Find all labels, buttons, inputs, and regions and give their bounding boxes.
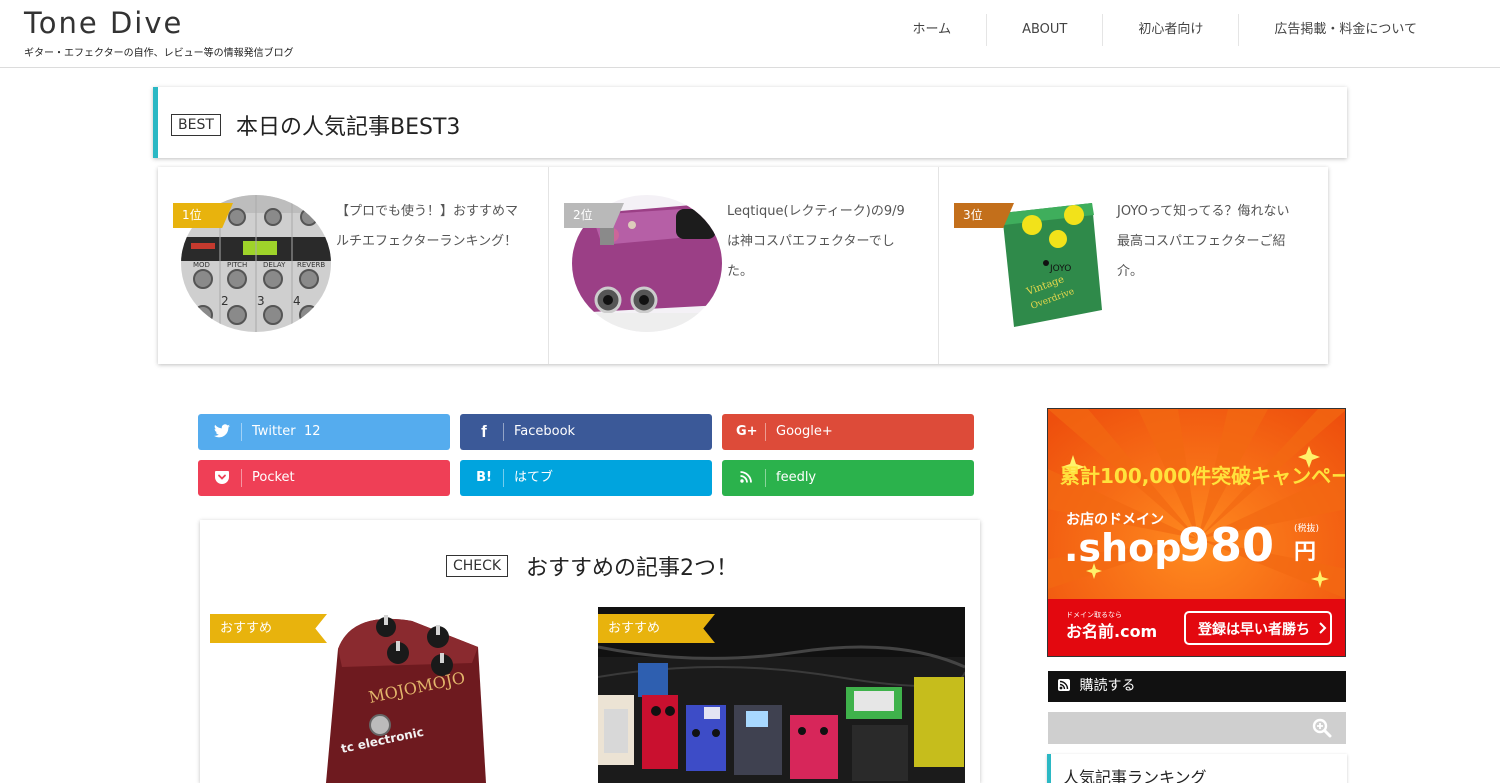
recommended-badge-1: おすすめ <box>210 614 327 643</box>
ranking-card-2[interactable]: 2位 Leqtique(レクティーク)の9/9は神コスパエフェクターでした。 <box>548 167 938 364</box>
svg-text:JOYO: JOYO <box>1049 264 1071 274</box>
svg-text:PITCH: PITCH <box>227 261 247 269</box>
share-twitter-count: 12 <box>304 424 321 439</box>
nav-home[interactable]: ホーム <box>877 14 986 46</box>
nav-advertising[interactable]: 広告掲載・料金について <box>1238 14 1452 46</box>
ranking-title-3[interactable]: JOYOって知ってる？侮れない最高コスパエフェクターご紹介。 <box>1117 197 1302 287</box>
share-facebook-button[interactable]: f Facebook <box>460 414 712 450</box>
ranking-card-3[interactable]: JOYO Vintage Overdrive 3位 JOYOって知ってる？侮れな… <box>938 167 1328 364</box>
onamae-shop-ad-banner[interactable]: 累計100,000件突破キャンペーン お店のドメイン .shop 980 円 (… <box>1047 408 1346 657</box>
ranking-title-2[interactable]: Leqtique(レクティーク)の9/9は神コスパエフェクターでした。 <box>727 197 912 287</box>
share-google-plus-button[interactable]: G+ Google+ <box>722 414 974 450</box>
ad-brand-logo: お名前.com <box>1066 622 1157 641</box>
recommended-badge-2: おすすめ <box>598 614 715 643</box>
search-icon[interactable] <box>1312 718 1332 738</box>
site-tagline: ギター・エフェクターの自作、レビュー等の情報発信ブログ <box>24 48 294 59</box>
ad-price-text: 980 <box>1178 518 1274 572</box>
svg-text:4: 4 <box>293 294 301 308</box>
google-plus-icon: G+ <box>736 424 758 439</box>
share-pocket-label: Pocket <box>252 470 295 485</box>
subscribe-button[interactable]: 購読する <box>1048 671 1346 702</box>
ad-brand-small-text: ドメイン取るなら <box>1066 611 1122 619</box>
ad-yen-text: 円 <box>1294 540 1316 565</box>
rss-icon <box>736 460 756 496</box>
search-bar <box>1048 712 1346 744</box>
ranking-title-1[interactable]: 【プロでも使う！】おすすめマルチエフェクターランキング！ <box>336 197 521 257</box>
global-nav: ホーム ABOUT 初心者向け 広告掲載・料金について <box>877 14 1452 46</box>
check-tag: CHECK <box>446 555 509 577</box>
ad-domain-text: .shop <box>1064 526 1181 570</box>
share-twitter-button[interactable]: Twitter 12 <box>198 414 450 450</box>
search-input[interactable] <box>1048 712 1308 744</box>
share-hatena-label: はてブ <box>514 470 554 485</box>
ad-tax-text: (税抜) <box>1294 522 1319 534</box>
subscribe-label: 購読する <box>1079 678 1136 694</box>
rss-icon <box>1058 679 1070 691</box>
ad-campaign-text: 累計100,000件突破キャンペーン <box>1060 464 1346 488</box>
best-section-header: BEST 本日の人気記事BEST3 <box>153 87 1347 158</box>
recommended-section: CHECK おすすめの記事2つ！ MOJOMOJO tc electronic … <box>200 520 980 783</box>
ranking-card-1[interactable]: MOD PITCH DELAY REVERB 234 1位 【プロでも使う！】おすすめ… <box>158 167 548 364</box>
nav-about[interactable]: ABOUT <box>986 14 1102 46</box>
site-header: Tone Dive ギター・エフェクターの自作、レビュー等の情報発信ブログ ホー… <box>0 0 1500 68</box>
recommended-item-1[interactable]: MOJOMOJO tc electronic おすすめ <box>210 607 576 783</box>
share-facebook-label: Facebook <box>514 424 576 439</box>
best-section-title: 本日の人気記事BEST3 <box>236 115 461 140</box>
svg-text:DELAY: DELAY <box>263 261 286 269</box>
share-google-plus-label: Google+ <box>776 424 833 439</box>
share-hatena-button[interactable]: B! はてブ <box>460 460 712 496</box>
facebook-icon: f <box>481 422 487 441</box>
best-tag: BEST <box>171 114 221 136</box>
popular-ranking-widget: 人気記事ランキング <box>1047 754 1347 783</box>
svg-text:2: 2 <box>221 294 229 308</box>
twitter-icon <box>212 414 232 450</box>
share-twitter-label: Twitter <box>252 424 296 439</box>
ad-cta-text: 登録は早い者勝ち <box>1197 621 1310 638</box>
recommended-section-title: おすすめの記事2つ！ <box>526 556 738 581</box>
popular-ranking-title: 人気記事ランキング <box>1063 768 1207 783</box>
share-feedly-button[interactable]: feedly <box>722 460 974 496</box>
share-feedly-label: feedly <box>776 470 817 485</box>
recommended-item-2[interactable]: おすすめ <box>598 607 965 783</box>
nav-beginners[interactable]: 初心者向け <box>1102 14 1238 46</box>
share-pocket-button[interactable]: Pocket <box>198 460 450 496</box>
svg-text:3: 3 <box>257 294 265 308</box>
svg-text:REVERB: REVERB <box>297 261 325 269</box>
site-title[interactable]: Tone Dive <box>24 6 183 40</box>
pocket-icon <box>212 460 232 496</box>
hatena-icon: B! <box>476 470 492 485</box>
best-ranking-list: MOD PITCH DELAY REVERB 234 1位 【プロでも使う！】おすすめ… <box>158 167 1328 364</box>
svg-text:MOD: MOD <box>193 261 210 269</box>
